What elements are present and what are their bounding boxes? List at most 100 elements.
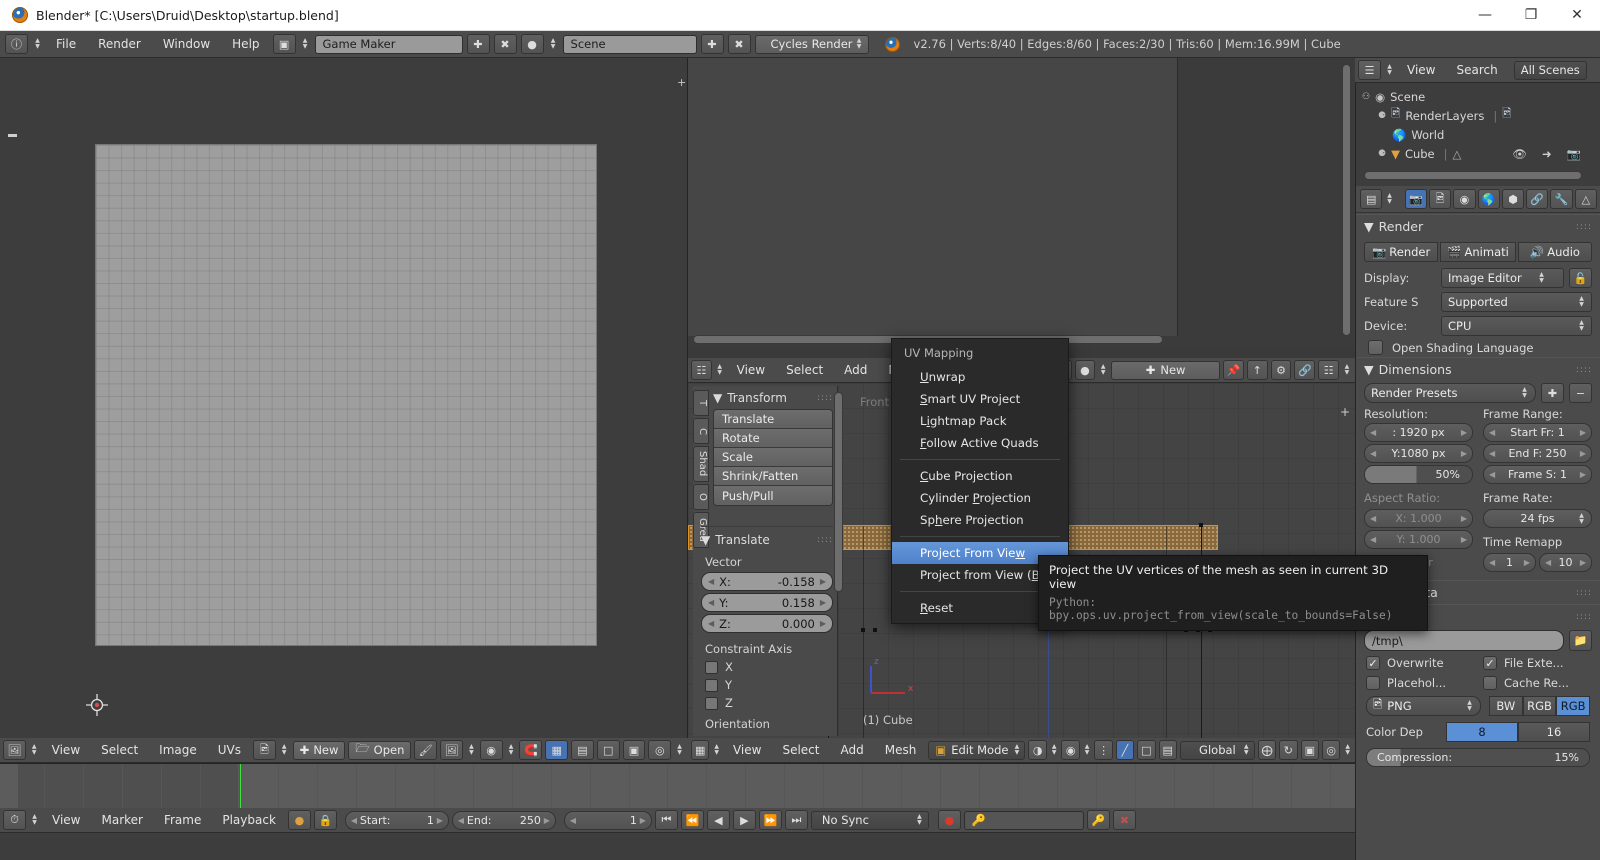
v3d-menu-select[interactable]: Select bbox=[773, 739, 828, 761]
node-plus-icon[interactable]: + bbox=[677, 76, 687, 89]
toolshelf-tab-tools[interactable]: T bbox=[693, 390, 709, 416]
uv-sync-selection-icon[interactable]: ▦ bbox=[545, 740, 569, 760]
toolshelf-tab-options[interactable]: O bbox=[693, 484, 709, 510]
increment-arrow-icon[interactable]: ▶ bbox=[1580, 558, 1586, 567]
outliner-editor-type-spinner-icon[interactable] bbox=[1384, 64, 1395, 76]
render-engine-selector[interactable]: Cycles Render bbox=[754, 34, 869, 54]
end-frame-field[interactable]: ◀ End: 250 ▶ bbox=[451, 810, 556, 830]
feature-spinner-icon[interactable] bbox=[1576, 296, 1587, 308]
constraint-y-checkbox[interactable] bbox=[705, 678, 718, 692]
insert-keyframe-icon[interactable]: 🔑 bbox=[1086, 810, 1110, 830]
add-screen-layout-button[interactable]: ✚ bbox=[466, 34, 490, 54]
jump-to-next-keyframe-icon[interactable]: ⏩ bbox=[758, 810, 782, 830]
add-scene-button[interactable]: ✚ bbox=[700, 34, 724, 54]
decrement-arrow-icon[interactable]: ◀ bbox=[708, 619, 714, 628]
menu-item-unwrap[interactable]: Unwrap bbox=[892, 366, 1068, 388]
increment-arrow-icon[interactable]: ▶ bbox=[1580, 470, 1586, 479]
snap-spinner-icon[interactable] bbox=[1343, 744, 1352, 756]
aspect-y-field[interactable]: ◀ Y: 1.000 ▶ bbox=[1364, 530, 1473, 549]
time-remap-new-field[interactable]: ◀ 10 ▶ bbox=[1539, 553, 1592, 572]
node-snap-icon[interactable]: ☷ bbox=[1318, 360, 1340, 380]
scene-datablock-icon[interactable]: ● bbox=[520, 34, 544, 54]
menu-file[interactable]: File bbox=[47, 33, 85, 55]
remove-preset-button[interactable]: − bbox=[1569, 383, 1592, 403]
uv-pivot-icon[interactable]: ◉ bbox=[479, 740, 503, 760]
tab-object-icon[interactable]: ⬢ bbox=[1501, 189, 1525, 209]
uv-view-icon[interactable]: 🖼 bbox=[440, 740, 463, 760]
constraint-x-checkbox[interactable] bbox=[705, 660, 718, 674]
outliner-menu-view[interactable]: View bbox=[1398, 59, 1444, 81]
editor-type-properties-icon[interactable]: ▤ bbox=[1360, 189, 1383, 209]
uv-select-vertex-icon[interactable]: ▤ bbox=[571, 740, 594, 760]
menu-item-lightmap-pack[interactable]: Lightmap Pack bbox=[892, 410, 1068, 432]
menu-item-cylinder-projection[interactable]: Cylinder Projection bbox=[892, 487, 1068, 509]
cache-result-checkbox[interactable] bbox=[1483, 676, 1497, 690]
scene-field[interactable]: Scene bbox=[562, 34, 697, 54]
paint-brush-icon[interactable]: 🖌 bbox=[414, 740, 438, 760]
toolshelf-tab-shading[interactable]: Shad bbox=[693, 446, 709, 482]
node-use-nodes-icon[interactable]: ⚙ bbox=[1270, 360, 1292, 380]
uv-select-edge-icon[interactable]: □ bbox=[596, 740, 620, 760]
pivot-point-icon[interactable]: ◉ bbox=[1061, 740, 1080, 760]
keying-set-field[interactable]: 🔑 bbox=[963, 810, 1084, 830]
image-datablock-spinner-icon[interactable] bbox=[279, 744, 290, 756]
decrement-arrow-icon[interactable]: ◀ bbox=[1545, 558, 1551, 567]
tab-scene-icon[interactable]: ◉ bbox=[1453, 189, 1476, 209]
render-audio-button[interactable]: 🔊 Audio bbox=[1517, 242, 1593, 262]
jump-to-end-icon[interactable]: ⏭ bbox=[784, 810, 808, 830]
timeline-canvas[interactable] bbox=[0, 764, 1355, 809]
decrement-arrow-icon[interactable]: ◀ bbox=[1370, 428, 1376, 437]
tab-data-icon[interactable]: △ bbox=[1574, 189, 1597, 209]
aspect-x-field[interactable]: ◀ X: 1.000 ▶ bbox=[1364, 509, 1473, 528]
time-remap-old-field[interactable]: ◀ 1 ▶ bbox=[1483, 553, 1536, 572]
tool-push-pull-button[interactable]: Push/Pull bbox=[714, 486, 832, 505]
color-mode-rgb[interactable]: RGB bbox=[1522, 696, 1557, 716]
viewport-plus-icon[interactable]: + bbox=[1340, 405, 1350, 419]
manipulator-scale-icon[interactable]: ▣ bbox=[1300, 740, 1319, 760]
timeline-menu-marker[interactable]: Marker bbox=[92, 809, 151, 831]
uv-select-face-icon[interactable]: ▣ bbox=[622, 740, 646, 760]
start-frame-field[interactable]: ◀ Start: 1 ▶ bbox=[344, 810, 449, 830]
outliner-horizontal-scrollbar[interactable] bbox=[1364, 171, 1582, 180]
jump-to-prev-keyframe-icon[interactable]: ⏪ bbox=[680, 810, 704, 830]
end-frame-field[interactable]: ◀ End F: 250 ▶ bbox=[1483, 444, 1592, 463]
file-format-selector[interactable]: 🖻 PNG bbox=[1366, 696, 1481, 716]
constraint-z-checkbox[interactable] bbox=[705, 696, 718, 710]
record-icon[interactable]: ● bbox=[937, 810, 961, 830]
sync-spinner-icon[interactable] bbox=[914, 814, 925, 826]
color-depth-16[interactable]: 16 bbox=[1518, 722, 1590, 742]
menu-item-sphere-projection[interactable]: Sphere Projection bbox=[892, 509, 1068, 531]
uv-menu-select[interactable]: Select bbox=[92, 739, 147, 761]
expand-icon[interactable]: ⚈ bbox=[1378, 149, 1386, 159]
select-face-mode-icon[interactable]: □ bbox=[1137, 740, 1156, 760]
increment-arrow-icon[interactable]: ▶ bbox=[1461, 428, 1467, 437]
manipulator-rotate-icon[interactable]: ↻ bbox=[1279, 740, 1298, 760]
screen-layout-field[interactable]: Game Maker bbox=[314, 34, 463, 54]
feature-set-selector[interactable]: Supported bbox=[1441, 292, 1592, 312]
menu-item-follow-active-quads[interactable]: Follow Active Quads bbox=[892, 432, 1068, 454]
node-snap-spinner-icon[interactable] bbox=[1342, 364, 1352, 376]
node-material-spinner-icon[interactable] bbox=[1098, 364, 1108, 376]
screen-layout-icon[interactable]: ▣ bbox=[272, 34, 296, 54]
node-backdrop-icon[interactable]: 🔗 bbox=[1294, 360, 1316, 380]
file-extensions-checkbox[interactable]: ✓ bbox=[1483, 656, 1497, 670]
increment-arrow-icon[interactable]: ▶ bbox=[820, 619, 826, 628]
3d-tool-shelf[interactable]: T C Shad O Grea ▼ Transform :::: Transla… bbox=[693, 386, 843, 736]
frame-rate-spinner-icon[interactable] bbox=[1576, 513, 1587, 525]
v3d-menu-add[interactable]: Add bbox=[831, 739, 872, 761]
osl-checkbox[interactable] bbox=[1368, 340, 1383, 355]
close-button[interactable]: ✕ bbox=[1554, 0, 1600, 31]
menu-help[interactable]: Help bbox=[223, 33, 268, 55]
frame-step-field[interactable]: ◀ Frame S: 1 ▶ bbox=[1483, 465, 1592, 484]
tool-scale-button[interactable]: Scale bbox=[714, 448, 832, 467]
tool-shrink-fatten-button[interactable]: Shrink/Fatten bbox=[714, 467, 832, 486]
sync-mode-selector[interactable]: No Sync bbox=[810, 810, 929, 830]
add-preset-button[interactable]: ✚ bbox=[1541, 383, 1564, 403]
panel-grip-icon[interactable]: :::: bbox=[1576, 222, 1592, 232]
translate-z-field[interactable]: ◀ Z: 0.000 ▶ bbox=[701, 614, 833, 633]
compression-slider[interactable]: Compression: 15% bbox=[1366, 748, 1590, 767]
timeline-menu-playback[interactable]: Playback bbox=[213, 809, 285, 831]
dimensions-section-header[interactable]: ▼ Dimensions :::: bbox=[1356, 357, 1600, 381]
increment-arrow-icon[interactable]: ▶ bbox=[820, 577, 826, 586]
node-go-parent-icon[interactable]: ↑ bbox=[1246, 360, 1268, 380]
